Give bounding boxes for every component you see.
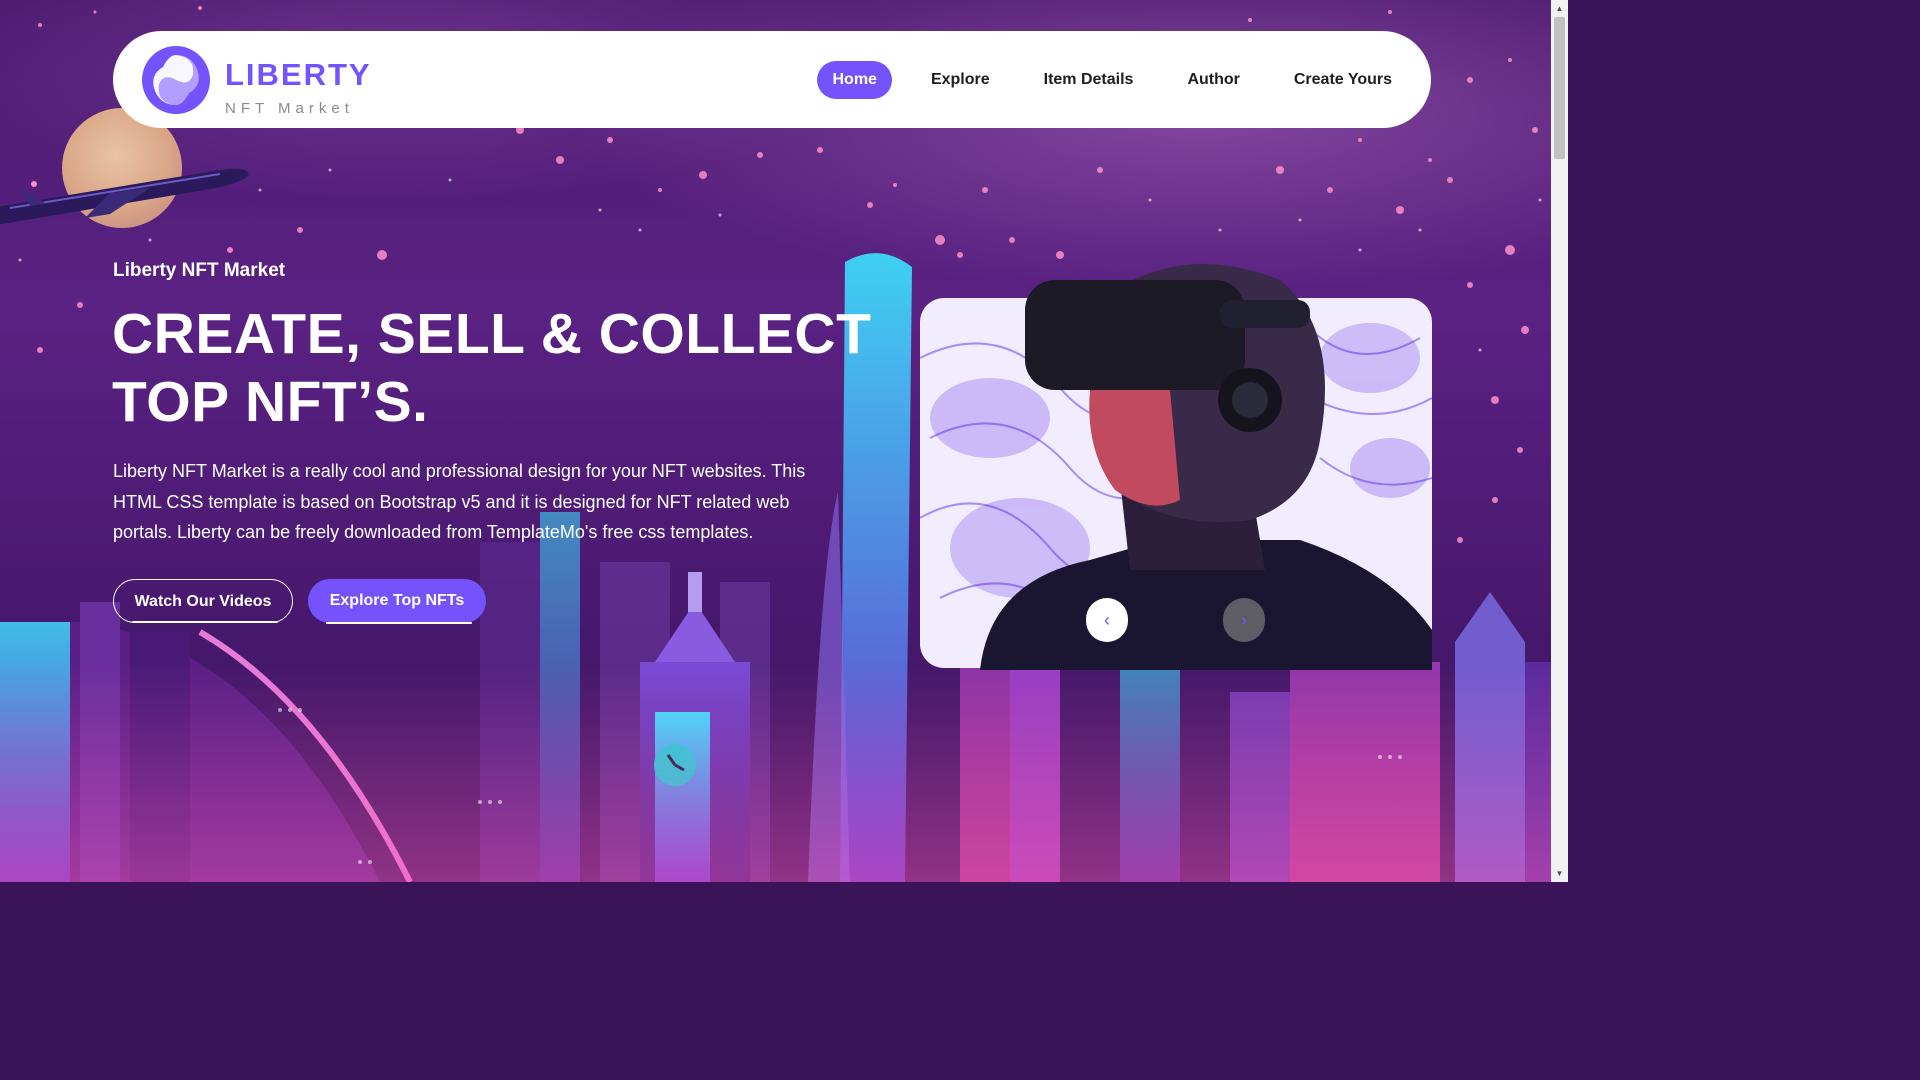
hero-kicker: Liberty NFT Market	[113, 260, 286, 281]
slider-next-button[interactable]: ›	[1223, 598, 1265, 642]
watch-videos-button[interactable]: Watch Our Videos	[113, 579, 293, 623]
brand-logo[interactable]: LIBERTY NFT Market	[141, 43, 381, 117]
hero-slider	[920, 264, 1432, 670]
watch-videos-label: Watch Our Videos	[134, 593, 272, 610]
hero-description: Liberty NFT Market is a really cool and …	[113, 461, 806, 542]
chevron-right-icon: ›	[1241, 609, 1247, 630]
airplane-illustration	[0, 168, 249, 225]
button-underline	[132, 621, 278, 623]
nav-home[interactable]: Home	[817, 60, 892, 99]
vr-headset-person-image	[980, 264, 1432, 670]
site-header: LIBERTY NFT Market Home Explore Item Det…	[113, 31, 1431, 128]
scrollbar-thumb[interactable]	[1554, 17, 1565, 159]
brand-tagline: NFT Market	[225, 100, 354, 117]
chevron-left-icon: ‹	[1104, 609, 1110, 630]
button-underline	[326, 622, 472, 624]
hero-title-line-1: CREATE, SELL & COLLECT	[112, 302, 872, 366]
scroll-down-arrow-icon[interactable]: ▼	[1551, 865, 1568, 882]
explore-top-nfts-button[interactable]: Explore Top NFTs	[308, 579, 486, 624]
nav-item-details[interactable]: Item Details	[1029, 61, 1149, 99]
page-scrollbar[interactable]: ▲ ▼	[1551, 0, 1568, 882]
scroll-up-arrow-icon[interactable]: ▲	[1551, 0, 1568, 17]
explore-top-nfts-label: Explore Top NFTs	[329, 592, 465, 609]
nav-explore[interactable]: Explore	[916, 61, 1005, 99]
liberty-logo-icon	[142, 46, 210, 114]
hero-title: CREATE, SELL & COLLECT TOP NFT’S.	[112, 300, 872, 436]
hero-title-line-2: TOP NFT’S.	[112, 370, 429, 434]
nav-create-yours[interactable]: Create Yours	[1279, 61, 1407, 99]
nav-author[interactable]: Author	[1172, 61, 1254, 99]
main-nav: Home Explore Item Details Author Create …	[817, 31, 1431, 128]
slider-prev-button[interactable]: ‹	[1086, 598, 1128, 642]
brand-name: LIBERTY	[225, 57, 372, 92]
